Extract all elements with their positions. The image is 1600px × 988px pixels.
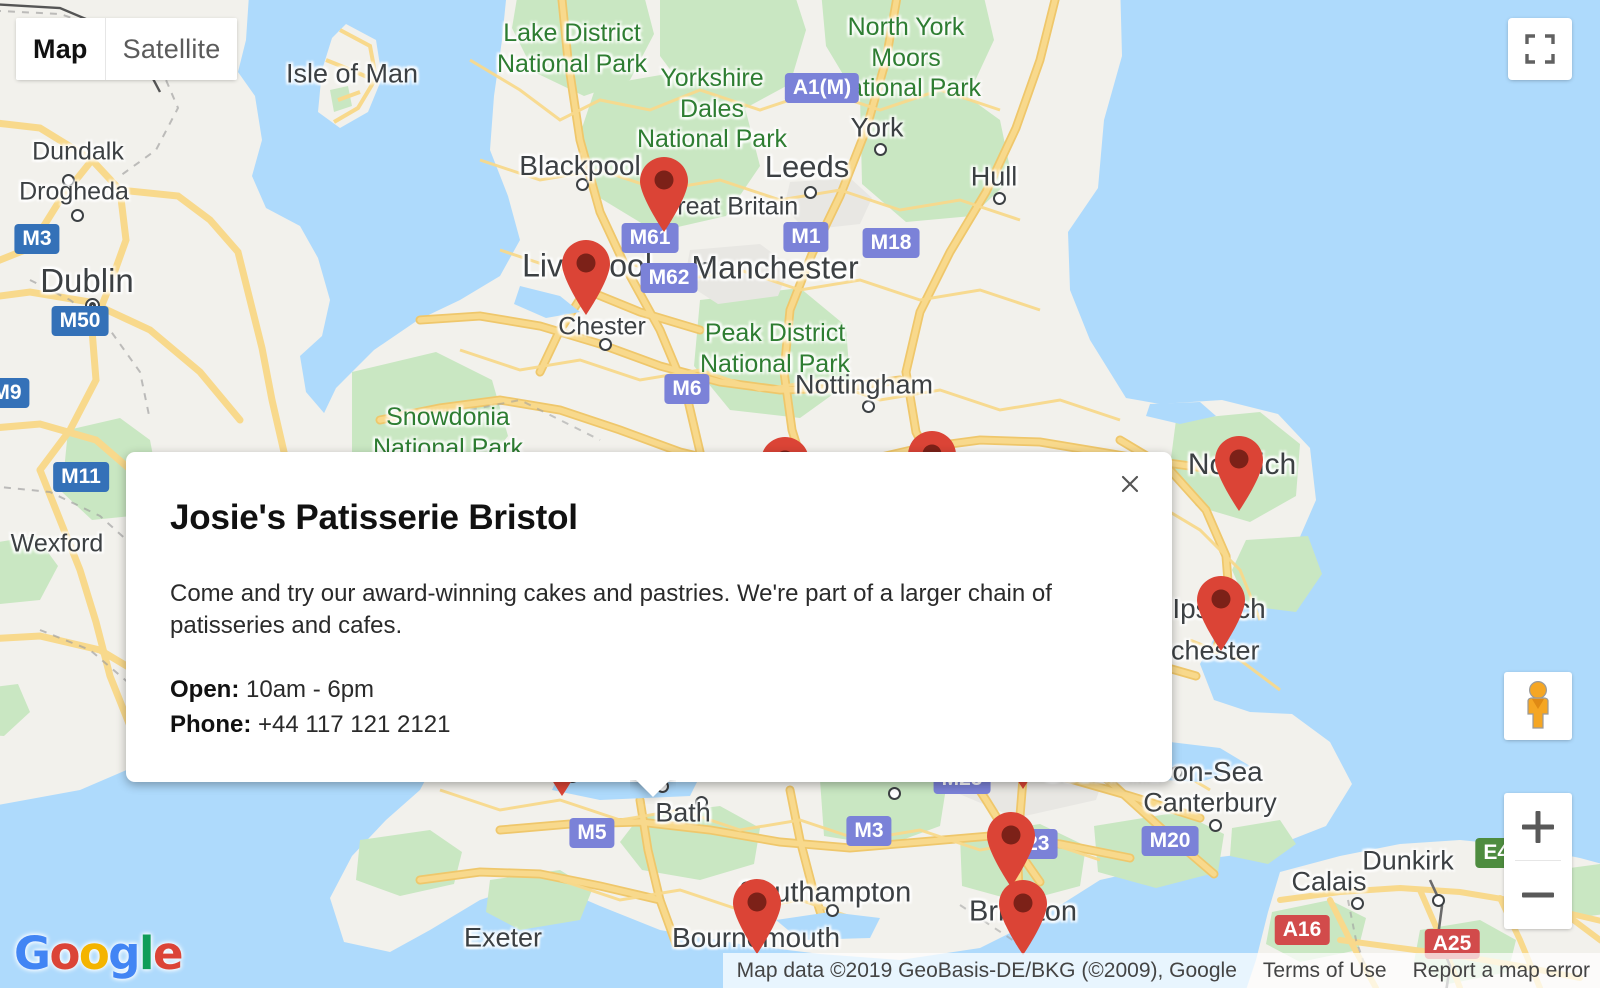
map-route-shield: M6 [664,374,710,404]
map-data-attribution: Map data ©2019 GeoBasis-DE/BKG (©2009), … [736,958,1237,982]
map-pin-icon [733,879,781,954]
map-pin-icon [640,157,688,232]
map-label-city: Isle of Man [285,58,419,89]
fullscreen-button[interactable] [1508,18,1572,80]
pegman-icon [1527,681,1549,729]
map-label-city: Dunkirk [1362,845,1454,876]
map-pin-icon [999,880,1047,955]
map-route-shield: M9 [0,378,30,408]
info-window[interactable]: Josie's Patisserie Bristol Come and try … [126,452,1172,783]
map-label-city: Wexford [10,529,104,558]
map-city-dot [1431,893,1445,907]
google-logo: Google [14,931,183,976]
info-window-close-button[interactable] [1110,464,1150,504]
fullscreen-icon [1525,34,1555,64]
info-window-description: Come and try our award-winning cakes and… [170,580,1052,640]
map-route-shield: M5 [569,818,615,848]
map-city-dot [70,208,84,222]
map-label-park: Peak District National Park [699,319,851,378]
open-label: Open: [170,675,240,703]
map-city-dot [873,142,887,156]
logo-letter-o2: o [78,927,110,980]
map-label-city: Blackpool [519,150,641,181]
zoom-control[interactable] [1504,793,1572,929]
marker-bournemouth[interactable] [729,877,785,955]
map-label-city: Manchester [691,249,859,286]
map-attribution-bar: Map data ©2019 GeoBasis-DE/BKG (©2009), … [722,953,1600,988]
logo-letter-l: l [139,927,154,980]
map-label-city: Chester [558,312,646,341]
map-city-dot [861,399,875,413]
marker-crawley[interactable] [983,810,1039,888]
map-label-city: Calais [1291,866,1367,897]
marker-brighton[interactable] [995,878,1051,956]
map-route-shield: A1(M) [784,73,860,103]
map-route-shield: M18 [862,228,920,258]
map-label-park: Yorkshire Dales National Park [636,64,788,153]
map-label-city: Dublin [40,262,134,299]
map-label-city: Hull [970,161,1018,192]
info-window-phone-row: Phone: +44 117 121 2121 [170,708,1128,743]
minus-icon [1522,892,1554,898]
map-route-shield: M20 [1141,826,1199,856]
marker-preston[interactable] [636,155,692,233]
map-city-dot [1208,818,1222,832]
map-route-shield: M3 [846,816,892,846]
plus-icon-vertical [1535,811,1541,843]
map-label-city: Drogheda [19,177,129,206]
map-label-city: Canterbury [1143,787,1277,818]
info-window-open-row: Open: 10am - 6pm [170,673,1128,708]
map-route-shield: M11 [53,462,109,492]
info-window-title: Josie's Patisserie Bristol [170,498,578,537]
google-map-canvas[interactable]: Dundalk Drogheda Dublin Wexford Isle of Man B… [0,0,1600,988]
map-pin-icon [1215,436,1263,511]
map-city-dot [803,185,817,199]
map-pin-icon [562,240,610,315]
logo-letter-o1: o [49,927,80,980]
map-pin-icon [1197,576,1245,651]
map-label-city: Exeter [463,922,543,953]
marker-liverpool[interactable] [558,238,614,316]
map-city-dot [887,786,901,800]
logo-letter-e: e [152,927,184,980]
map-route-shield: M62 [640,263,698,293]
terms-of-use-link[interactable]: Terms of Use [1263,959,1387,983]
marker-ipswich[interactable] [1193,574,1249,652]
map-route-shield: M50 [51,306,109,336]
map-route-shield: A16 [1274,915,1330,945]
report-map-error-link[interactable]: Report a map error [1413,959,1590,983]
phone-value: +44 117 121 2121 [258,710,451,738]
map-pin-icon [987,812,1035,887]
map-type-control[interactable]: Map Satellite [16,18,238,80]
open-value: 10am - 6pm [246,675,375,703]
close-icon [1121,475,1139,493]
map-type-satellite-button[interactable]: Satellite [105,18,238,80]
map-route-shield: M1 [783,222,829,252]
zoom-in-button[interactable] [1504,793,1572,861]
logo-letter-g2: g [108,927,140,980]
map-label-park: Lake District National Park [496,19,648,78]
map-city-dot [992,191,1006,205]
zoom-out-button[interactable] [1504,861,1572,929]
map-type-map-button[interactable]: Map [16,18,106,80]
marker-norwich[interactable] [1211,434,1267,512]
logo-letter-g1: G [14,927,51,980]
map-city-dot [1350,896,1364,910]
map-label-city: Dundalk [32,137,124,166]
map-label-city: York [850,112,904,143]
street-view-pegman[interactable] [1504,672,1572,740]
map-route-shield: M3 [14,224,60,254]
phone-label: Phone: [170,710,252,738]
info-window-tail [630,780,676,804]
